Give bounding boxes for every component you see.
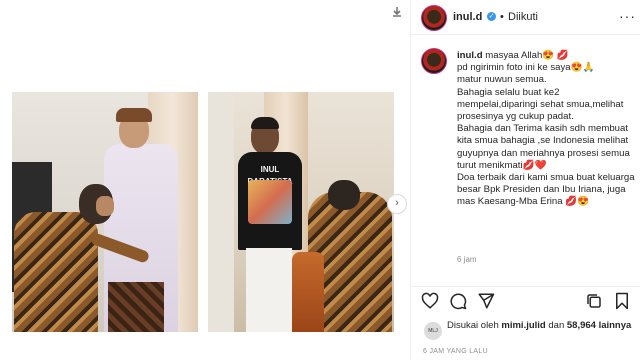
bookmark-icon[interactable]: [613, 292, 631, 310]
likes-text: Disukai oleh mimi.julid dan 58,964 lainn…: [447, 320, 637, 332]
divider: [411, 286, 640, 287]
caption-line-1: masyaa Allah😍 💋: [485, 50, 569, 61]
likes-prefix: Disukai oleh: [447, 320, 502, 331]
caption-line-3: matur nuwun semua.: [457, 74, 547, 86]
verified-icon: ✓: [487, 12, 496, 21]
author-username[interactable]: inul.d: [453, 11, 482, 23]
caption-line-5: Bahagia dan Terima kasih sdh membuat kit…: [457, 123, 633, 171]
likes-mid: dan: [545, 320, 567, 331]
liker-username[interactable]: mimi.julid: [501, 320, 545, 331]
caption-username[interactable]: inul.d: [457, 50, 483, 61]
author-avatar[interactable]: [421, 5, 447, 31]
post-date: 6 JAM YANG LALU: [423, 348, 488, 355]
post-side-panel: inul.d ✓ • Diikuti ··· inul.d masyaa All…: [411, 0, 640, 360]
liker-avatar[interactable]: MLJ: [423, 321, 443, 341]
more-icon[interactable]: ···: [619, 8, 636, 24]
caption-line-6: Doa terbaik dari kami smua buat keluarga…: [457, 172, 638, 208]
action-bar: [411, 290, 640, 312]
next-icon[interactable]: ›: [387, 194, 407, 214]
comment-icon[interactable]: [449, 292, 467, 310]
photo-right[interactable]: INUL DARATISTA: [208, 92, 394, 332]
separator-dot: •: [500, 11, 504, 23]
likes-row: MLJ Disukai oleh mimi.julid dan 58,964 l…: [411, 318, 640, 344]
caption-line-4: Bahagia selalu buat ke2 mempelai,diparin…: [457, 86, 627, 123]
share-icon[interactable]: [477, 292, 495, 310]
caption: inul.d masyaa Allah😍 💋 pd ngirimin foto …: [411, 36, 640, 286]
download-icon[interactable]: [390, 6, 404, 20]
follow-status[interactable]: Diikuti: [508, 11, 538, 23]
photo-left[interactable]: [12, 92, 198, 332]
caption-avatar[interactable]: [421, 48, 447, 74]
post-media: INUL DARATISTA ›: [0, 0, 411, 360]
copy-icon[interactable]: [585, 292, 603, 310]
post-header: inul.d ✓ • Diikuti ···: [411, 0, 640, 35]
tshirt-print-text: INUL DARATISTA: [247, 165, 292, 186]
caption-text: inul.d masyaa Allah😍 💋 pd ngirimin foto …: [457, 50, 637, 209]
likes-count[interactable]: 58,964 lainnya: [567, 320, 631, 331]
caption-line-2: pd ngirimin foto ini ke saya😍🙏: [457, 62, 595, 74]
heart-icon[interactable]: [421, 292, 439, 310]
caption-time: 6 jam: [457, 255, 477, 264]
